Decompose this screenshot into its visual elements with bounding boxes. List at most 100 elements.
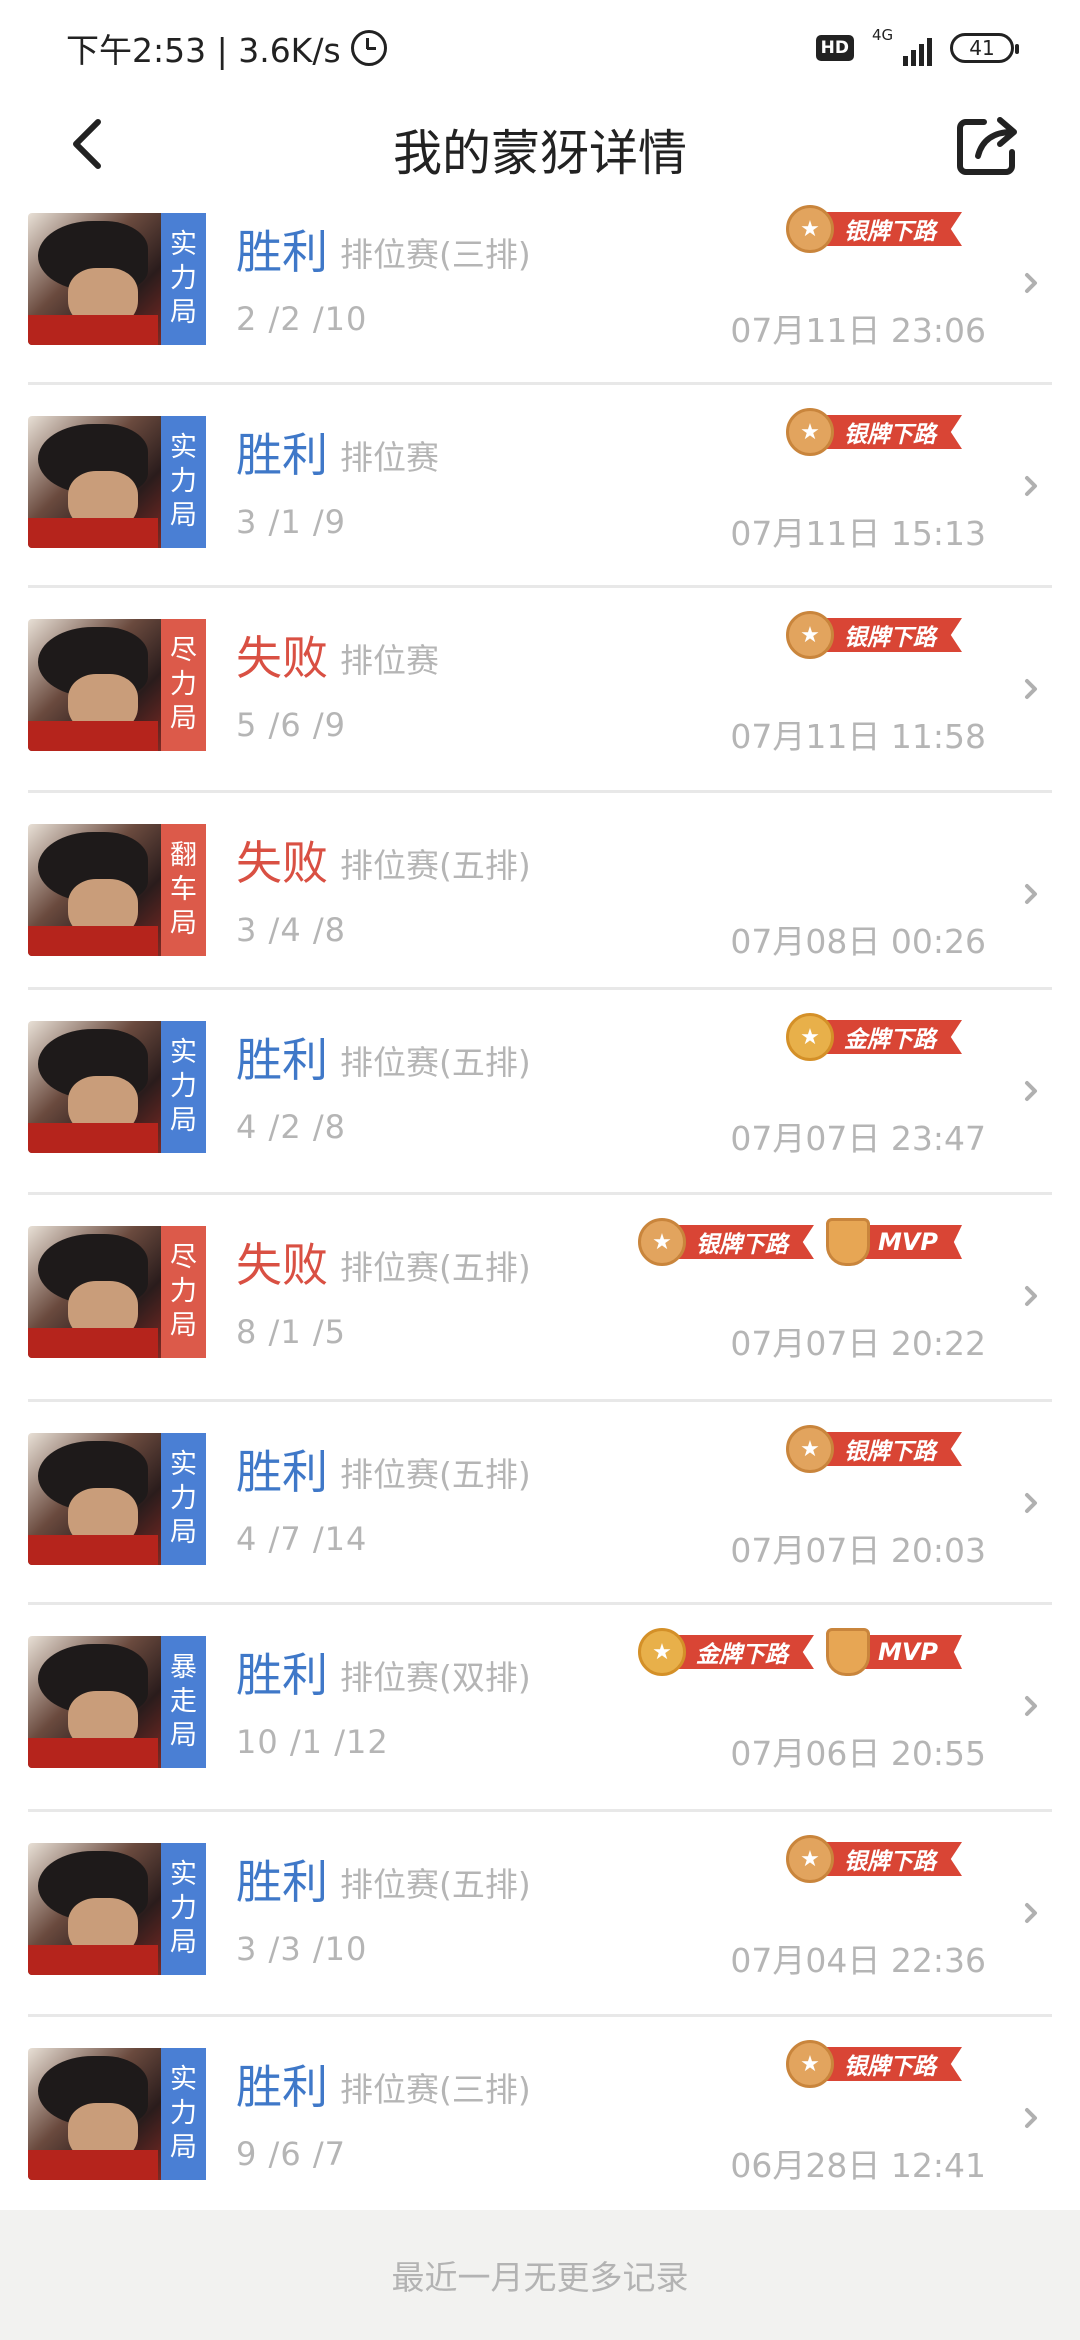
match-mode: 排位赛(双排) (340, 1658, 531, 1697)
match-row[interactable]: 尽力局失败 排位赛(五排) 8 /1 /5 ★ 银牌下路 MVP 07月07日 20:22 (28, 1195, 1052, 1402)
match-time: 06月28日 12:41 (730, 2146, 986, 2185)
signal-icon: 4G (872, 26, 932, 66)
badge-group: ★ 金牌下路 MVP (637, 1627, 962, 1677)
match-time: 07月11日 11:58 (730, 717, 986, 756)
status-bar: 下午2:53 | 3.6K/s HD 4G 41 (0, 0, 1080, 96)
match-result: 失败 (236, 1238, 328, 1292)
badge-group: ★ 银牌下路 (786, 2039, 962, 2089)
silver-medal-badge: ★ 银牌下路 (786, 204, 962, 254)
match-row[interactable]: 暴走局胜利 排位赛(双排) 10 /1 /12 ★ 金牌下路 MVP 07月06日 20:5… (28, 1605, 1052, 1812)
gold-medal-badge: ★ 金牌下路 (637, 1627, 814, 1677)
chevron-right-icon (1025, 1696, 1037, 1716)
match-row[interactable]: 实力局胜利 排位赛 3 /1 /9 ★ 银牌下路 07月11日 15:13 (28, 385, 1052, 588)
mvp-label: MVP (859, 1635, 962, 1669)
match-mode: 排位赛(三排) (340, 235, 531, 274)
badge-label: 银牌下路 (822, 1432, 962, 1466)
match-mode: 排位赛(五排) (340, 1865, 531, 1904)
chevron-right-icon (1025, 884, 1037, 904)
badge-group: ★ 银牌下路 MVP (637, 1217, 962, 1267)
star-medal-icon: ★ (786, 611, 834, 659)
match-kda: 4 /7 /14 (236, 1520, 368, 1558)
match-time: 07月11日 15:13 (730, 514, 986, 553)
chevron-right-icon (1025, 1286, 1037, 1306)
performance-tag: 实力局 (161, 2048, 206, 2180)
gold-medal-badge: ★ 金牌下路 (786, 1012, 962, 1062)
match-result: 胜利 (236, 1855, 328, 1909)
chevron-right-icon (1025, 1493, 1037, 1513)
match-result: 胜利 (236, 225, 328, 279)
star-medal-icon: ★ (786, 2040, 834, 2088)
chevron-right-icon (1025, 476, 1037, 496)
alarm-icon (350, 30, 387, 66)
silver-medal-badge: ★ 银牌下路 (786, 1834, 962, 1884)
match-row[interactable]: 实力局胜利 排位赛(三排) 9 /6 /7 ★ 银牌下路 06月28日 12:41 (28, 2017, 1052, 2210)
performance-tag: 实力局 (161, 1843, 206, 1975)
match-mode: 排位赛(五排) (340, 1043, 531, 1082)
star-medal-icon: ★ (786, 408, 834, 456)
badge-label: 银牌下路 (673, 1225, 814, 1259)
star-medal-icon: ★ (786, 1835, 834, 1883)
match-mode: 排位赛(五排) (340, 846, 531, 885)
battery-level: 41 (969, 36, 995, 60)
match-mode: 排位赛 (340, 438, 439, 477)
match-row[interactable]: 实力局胜利 排位赛(三排) 2 /2 /10 ★ 银牌下路 07月11日 23:06 (28, 192, 1052, 385)
match-mode: 排位赛(三排) (340, 2070, 531, 2109)
match-kda: 2 /2 /10 (236, 300, 368, 338)
performance-tag: 实力局 (161, 416, 206, 548)
match-kda: 4 /2 /8 (236, 1108, 346, 1146)
match-row[interactable]: 实力局胜利 排位赛(五排) 3 /3 /10 ★ 银牌下路 07月04日 22:36 (28, 1812, 1052, 2017)
match-kda: 3 /1 /9 (236, 503, 346, 541)
badge-label: 银牌下路 (822, 618, 962, 652)
match-mode: 排位赛 (340, 641, 439, 680)
match-result: 失败 (236, 631, 328, 685)
performance-tag: 尽力局 (161, 1226, 206, 1358)
star-medal-icon: ★ (637, 1628, 686, 1676)
match-result: 胜利 (236, 1648, 328, 1702)
match-result: 胜利 (236, 428, 328, 482)
match-row[interactable]: 实力局胜利 排位赛(五排) 4 /2 /8 ★ 金牌下路 07月07日 23:47 (28, 990, 1052, 1195)
chevron-right-icon (1025, 273, 1037, 293)
match-list[interactable]: 实力局胜利 排位赛(三排) 2 /2 /10 ★ 银牌下路 07月11日 23:06 实力局… (0, 192, 1080, 2210)
match-row[interactable]: 尽力局失败 排位赛 5 /6 /9 ★ 银牌下路 07月11日 11:58 (28, 588, 1052, 793)
silver-medal-badge: ★ 银牌下路 (637, 1217, 814, 1267)
match-row[interactable]: 实力局胜利 排位赛(五排) 4 /7 /14 ★ 银牌下路 07月07日 20:03 (28, 1402, 1052, 1605)
nav-bar: 我的蒙犽详情 (0, 96, 1080, 192)
chevron-right-icon (1025, 2108, 1037, 2128)
match-time: 07月07日 20:22 (730, 1324, 986, 1363)
match-row[interactable]: 翻车局失败 排位赛(五排) 3 /4 /8 07月08日 00:26 (28, 793, 1052, 990)
match-kda: 5 /6 /9 (236, 706, 346, 744)
status-left: 下午2:53 | 3.6K/s (66, 24, 387, 72)
trophy-icon (825, 1628, 870, 1676)
performance-tag: 实力局 (161, 1021, 206, 1153)
silver-medal-badge: ★ 银牌下路 (786, 1424, 962, 1474)
badge-group: ★ 银牌下路 (786, 407, 962, 457)
network-type: 4G (872, 26, 894, 44)
badge-label: 金牌下路 (822, 1020, 962, 1054)
mvp-label: MVP (859, 1225, 962, 1259)
badge-label: 银牌下路 (822, 1842, 962, 1876)
match-kda: 3 /4 /8 (236, 911, 346, 949)
star-medal-icon: ★ (637, 1218, 686, 1266)
battery-icon: 41 (950, 33, 1019, 63)
performance-tag: 暴走局 (161, 1636, 206, 1768)
match-time: 07月07日 23:47 (730, 1119, 986, 1158)
chevron-right-icon (1025, 1081, 1037, 1101)
match-time: 07月08日 00:26 (730, 922, 986, 961)
page-title: 我的蒙犽详情 (392, 125, 687, 182)
badge-label: 金牌下路 (673, 1635, 814, 1669)
match-mode: 排位赛(五排) (340, 1248, 531, 1287)
share-icon[interactable] (954, 112, 1024, 178)
match-time: 07月11日 23:06 (730, 311, 986, 350)
badge-group: ★ 金牌下路 (786, 1012, 962, 1062)
star-medal-icon: ★ (786, 205, 834, 253)
match-kda: 10 /1 /12 (236, 1723, 389, 1761)
badge-label: 银牌下路 (822, 2047, 962, 2081)
badge-label: 银牌下路 (822, 212, 962, 246)
mvp-badge: MVP (825, 1217, 962, 1267)
mvp-badge: MVP (825, 1627, 962, 1677)
match-result: 胜利 (236, 1445, 328, 1499)
match-kda: 3 /3 /10 (236, 1930, 368, 1968)
match-mode: 排位赛(五排) (340, 1455, 531, 1494)
match-kda: 9 /6 /7 (236, 2135, 346, 2173)
match-kda: 8 /1 /5 (236, 1313, 346, 1351)
